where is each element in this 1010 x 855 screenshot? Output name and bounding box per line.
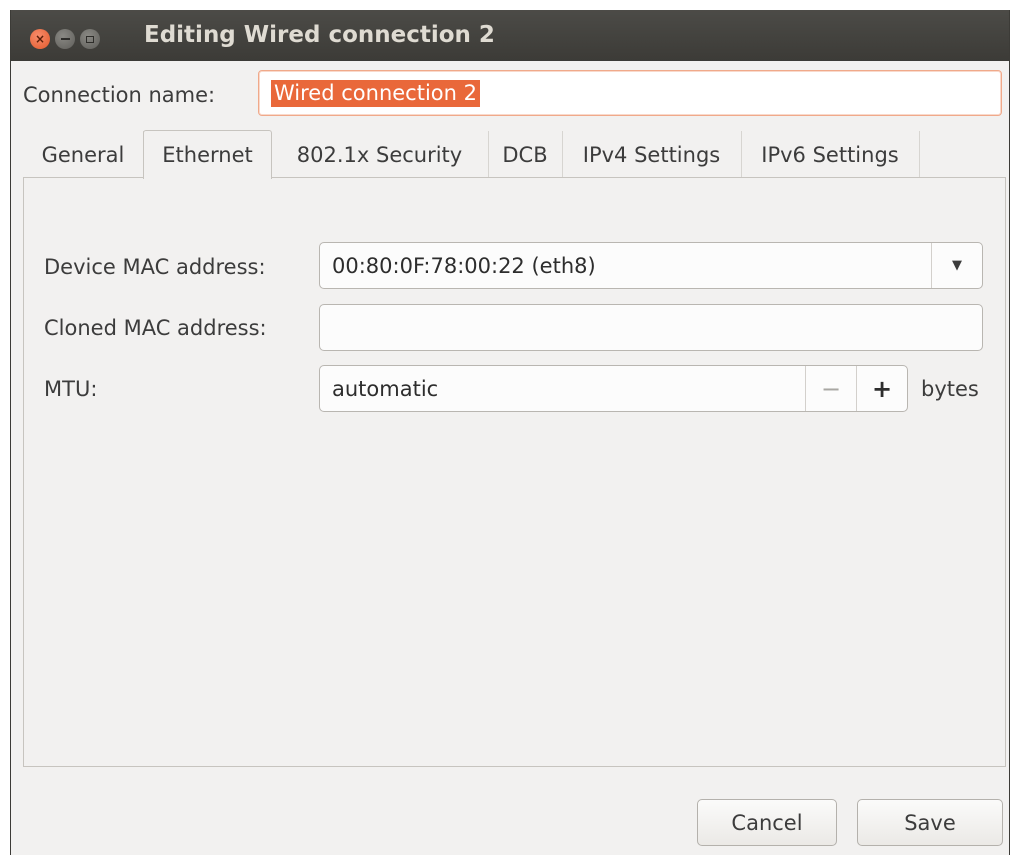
- device-mac-combobox[interactable]: 00:80:0F:78:00:22 (eth8) ▼: [319, 242, 983, 289]
- device-mac-dropdown-button[interactable]: ▼: [931, 243, 982, 288]
- tab-ethernet[interactable]: Ethernet: [143, 130, 272, 179]
- tab-8021x-security[interactable]: 802.1x Security: [271, 131, 489, 178]
- mtu-label: MTU:: [44, 377, 98, 401]
- minus-icon: −: [820, 374, 842, 403]
- cloned-mac-label: Cloned MAC address:: [44, 316, 267, 340]
- title-bar[interactable]: × Editing Wired connection 2: [11, 10, 1009, 61]
- maximize-icon: [86, 35, 94, 43]
- device-mac-label: Device MAC address:: [44, 255, 266, 279]
- chevron-down-icon: ▼: [952, 258, 962, 273]
- cancel-button[interactable]: Cancel: [697, 799, 837, 846]
- mtu-value: automatic: [332, 377, 439, 401]
- tab-dcb[interactable]: DCB: [488, 131, 563, 178]
- mtu-increment-button[interactable]: +: [856, 366, 907, 411]
- maximize-window-button[interactable]: [80, 29, 100, 49]
- connection-name-input[interactable]: Wired connection 2: [258, 70, 1002, 116]
- connection-name-value: Wired connection 2: [271, 80, 480, 107]
- device-mac-value: 00:80:0F:78:00:22 (eth8): [332, 254, 596, 278]
- tab-general[interactable]: General: [23, 131, 144, 178]
- dialog-window: × Editing Wired connection 2 Connection …: [10, 10, 1010, 855]
- save-button[interactable]: Save: [857, 799, 1003, 846]
- connection-name-label: Connection name:: [23, 83, 216, 107]
- tab-ipv6-settings[interactable]: IPv6 Settings: [741, 131, 920, 178]
- mtu-unit-label: bytes: [921, 377, 979, 401]
- close-icon: ×: [34, 31, 46, 46]
- mtu-decrement-button[interactable]: −: [805, 366, 856, 411]
- mtu-spinbox[interactable]: automatic − +: [319, 365, 908, 412]
- cloned-mac-input[interactable]: [319, 304, 983, 351]
- minimize-icon: [60, 38, 70, 40]
- close-window-button[interactable]: ×: [30, 29, 50, 49]
- minimize-window-button[interactable]: [55, 29, 75, 49]
- tab-ipv4-settings[interactable]: IPv4 Settings: [562, 131, 742, 178]
- window-title: Editing Wired connection 2: [144, 22, 495, 48]
- plus-icon: +: [871, 374, 893, 403]
